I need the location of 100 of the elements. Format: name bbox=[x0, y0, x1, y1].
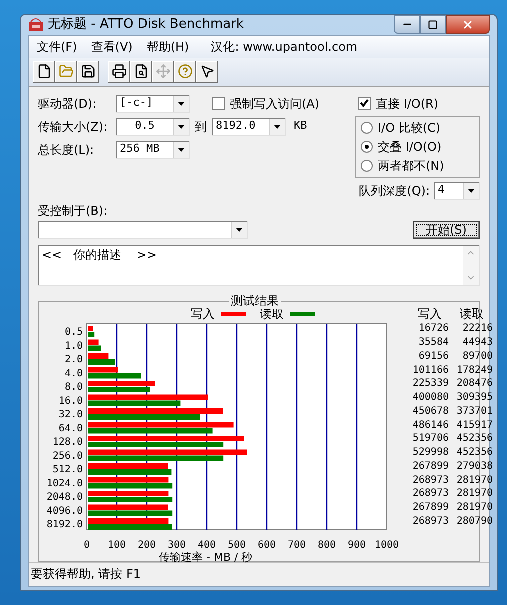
checkbox-label: 直接 I/O(R) bbox=[376, 96, 439, 112]
column-header: 读取 bbox=[459, 306, 485, 322]
write-bar bbox=[88, 326, 94, 331]
menu-item[interactable]: 汉化: www.upantool.com bbox=[211, 38, 358, 56]
table-cell-text: 22216 bbox=[462, 323, 493, 336]
table-cell-text: 225339 bbox=[412, 378, 449, 390]
radio-button[interactable] bbox=[361, 122, 373, 134]
radio-option[interactable]: 两者都不(N) bbox=[361, 156, 474, 174]
table-cell-text: 373701 bbox=[456, 406, 493, 418]
table-cell-text: 35584 bbox=[418, 337, 449, 350]
toolbar-button[interactable] bbox=[77, 60, 99, 82]
table-cell-text: 69156 bbox=[418, 350, 449, 363]
dropdown-button[interactable] bbox=[231, 222, 247, 238]
toolbar-button[interactable] bbox=[108, 60, 130, 82]
transfer-size-label: 2048.0 bbox=[46, 492, 83, 502]
table-cell-text: 44943 bbox=[462, 337, 493, 350]
app-icon bbox=[28, 18, 44, 32]
axis-tick-label: 0 bbox=[84, 540, 90, 550]
write-bar bbox=[88, 366, 118, 372]
axis-tick-label: 300 bbox=[168, 540, 186, 550]
menu-item[interactable]: 帮助(H) bbox=[146, 38, 190, 56]
window-title: 无标题 - ATTO Disk Benchmark bbox=[48, 16, 244, 34]
menu-item[interactable]: 文件(F) bbox=[37, 38, 78, 56]
dropdown-button[interactable] bbox=[173, 142, 189, 158]
start-button[interactable]: 开始(S) bbox=[413, 220, 480, 238]
radio-button[interactable] bbox=[361, 160, 373, 172]
close-icon bbox=[462, 18, 474, 30]
toolbar-button[interactable] bbox=[196, 60, 218, 82]
dropdown-field[interactable]: 4 bbox=[434, 182, 480, 200]
description-field[interactable]: << 你的描述 >> bbox=[38, 244, 480, 286]
read-bar bbox=[88, 372, 142, 378]
dropdown-button[interactable] bbox=[173, 96, 189, 112]
legend-swatch bbox=[221, 312, 246, 316]
transfer-size-label: 8.0 bbox=[64, 382, 83, 392]
transfer-size-label: 512.0 bbox=[52, 464, 83, 475]
table-cell-text: 529998 bbox=[412, 447, 449, 460]
menu-item[interactable]: 查看(V) bbox=[91, 38, 133, 56]
write-bar bbox=[88, 339, 99, 345]
table-cell-text: 452356 bbox=[456, 447, 493, 460]
toolbar-button[interactable] bbox=[130, 60, 152, 82]
transfer-size-label: 1024.0 bbox=[46, 478, 83, 489]
dropdown-button[interactable] bbox=[173, 118, 189, 134]
table-cell-text: 280790 bbox=[456, 516, 493, 528]
unit-label: KB bbox=[294, 118, 308, 134]
table-cell-text: 400080 bbox=[412, 392, 449, 404]
transfer-size-label: 0.5 bbox=[64, 326, 83, 338]
field-label: 队列深度(Q): bbox=[359, 182, 430, 200]
radio-button[interactable] bbox=[361, 140, 373, 152]
transfer-size-label: 16.0 bbox=[58, 395, 83, 406]
transfer-size-label: 64.0 bbox=[58, 422, 83, 434]
legend-swatch bbox=[290, 312, 315, 316]
transfer-size-label: 2.0 bbox=[64, 354, 83, 365]
transfer-size-label: 4096.0 bbox=[46, 505, 83, 516]
dropdown-field[interactable]: 256 MB bbox=[116, 140, 190, 158]
scrollbar[interactable] bbox=[463, 246, 479, 284]
axis-tick-label: 200 bbox=[138, 540, 156, 550]
axis-tick-label: 900 bbox=[348, 540, 366, 550]
caret-icon bbox=[274, 124, 281, 128]
table-cell-text: 89700 bbox=[462, 350, 493, 363]
table-cell-text: 281970 bbox=[456, 502, 493, 514]
maximize-button[interactable] bbox=[420, 15, 446, 34]
axis-title: 传输速率 - MB / 秒 bbox=[159, 550, 253, 564]
read-bar bbox=[88, 386, 150, 392]
legend-label: 写入 bbox=[191, 306, 215, 322]
column-header: 写入 bbox=[417, 306, 443, 322]
dropdown-button[interactable] bbox=[269, 118, 285, 134]
maximize-icon bbox=[428, 20, 438, 30]
field-label: 受控制于(B): bbox=[38, 202, 109, 220]
caret-icon bbox=[236, 228, 243, 232]
read-bar bbox=[88, 332, 95, 337]
checkbox[interactable] bbox=[358, 97, 371, 110]
table-cell-text: 268973 bbox=[412, 488, 449, 500]
toolbar-button[interactable] bbox=[33, 60, 55, 82]
radio-option[interactable]: I/O 比较(C) bbox=[361, 118, 474, 136]
write-bar bbox=[88, 353, 109, 358]
table-cell-text: 281970 bbox=[456, 488, 493, 500]
checkbox[interactable] bbox=[212, 97, 225, 110]
status-text: 要获得帮助, 请按 F1 bbox=[31, 566, 141, 583]
read-bar bbox=[88, 359, 115, 364]
caret-icon bbox=[178, 124, 185, 128]
axis-tick-label: 800 bbox=[318, 540, 336, 550]
table-cell-text: 450678 bbox=[412, 406, 449, 418]
table-cell-text: 281970 bbox=[456, 474, 493, 487]
read-bar bbox=[88, 345, 102, 351]
table-cell-text: 519706 bbox=[412, 433, 449, 446]
dropdown-field[interactable] bbox=[38, 220, 248, 238]
minimize-button[interactable] bbox=[394, 15, 420, 34]
dropdown-button[interactable] bbox=[463, 182, 479, 198]
radio-option[interactable]: 交叠 I/O(O) bbox=[361, 138, 474, 156]
dropdown-field[interactable]: [-c-] bbox=[116, 94, 190, 112]
table-cell-text: 415917 bbox=[456, 420, 493, 432]
table-cell-text: 268973 bbox=[412, 516, 449, 528]
dropdown-field[interactable]: 0.5 bbox=[116, 118, 190, 136]
table-cell-text: 309395 bbox=[456, 392, 493, 404]
close-button[interactable] bbox=[446, 15, 490, 34]
field-label: 总长度(L): bbox=[38, 142, 96, 158]
transfer-size-label: 8192.0 bbox=[46, 519, 83, 530]
transfer-size-label: 1.0 bbox=[64, 340, 83, 352]
axis-tick-label: 1000 bbox=[374, 540, 400, 550]
dropdown-field[interactable]: 8192.0 bbox=[212, 118, 286, 136]
